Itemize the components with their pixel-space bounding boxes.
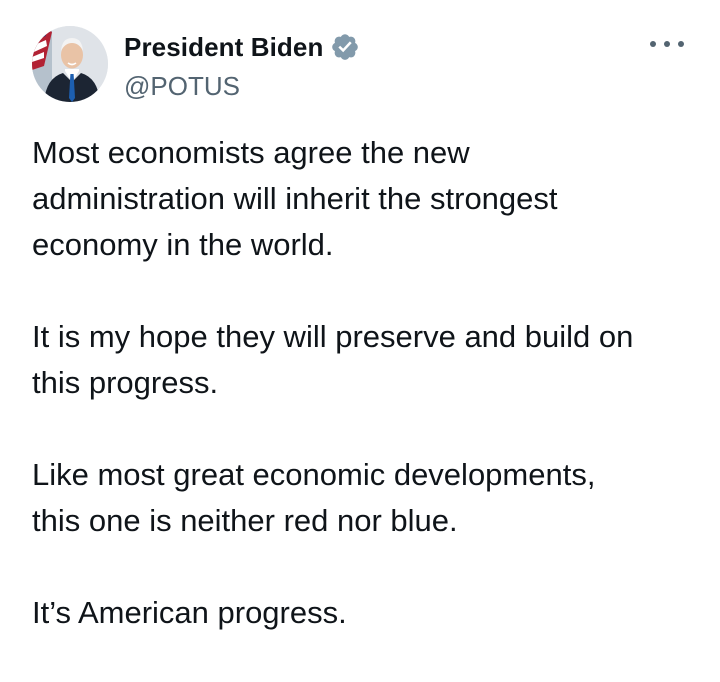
display-name[interactable]: President Biden xyxy=(124,30,323,64)
tweet-paragraph: Most economists agree the new administra… xyxy=(32,135,558,262)
avatar[interactable] xyxy=(32,26,108,102)
more-dot xyxy=(650,41,656,47)
tweet-header: President Biden @POTUS xyxy=(32,26,688,106)
tweet-paragraph: It is my hope they will preserve and bui… xyxy=(32,319,634,400)
tweet-paragraph: Like most great economic developments, t… xyxy=(32,457,596,538)
tweet-paragraph: It’s American progress. xyxy=(32,595,347,630)
author-names: President Biden @POTUS xyxy=(124,30,360,103)
verified-badge-icon[interactable] xyxy=(330,32,360,62)
tweet: President Biden @POTUS Most economists a… xyxy=(0,0,720,643)
more-options-icon[interactable] xyxy=(650,34,684,54)
display-name-row: President Biden xyxy=(124,30,360,64)
more-dot xyxy=(678,41,684,47)
tweet-text: Most economists agree the new administra… xyxy=(32,130,692,682)
avatar-image xyxy=(32,26,108,102)
more-dot xyxy=(664,41,670,47)
author-handle[interactable]: @POTUS xyxy=(124,69,360,103)
